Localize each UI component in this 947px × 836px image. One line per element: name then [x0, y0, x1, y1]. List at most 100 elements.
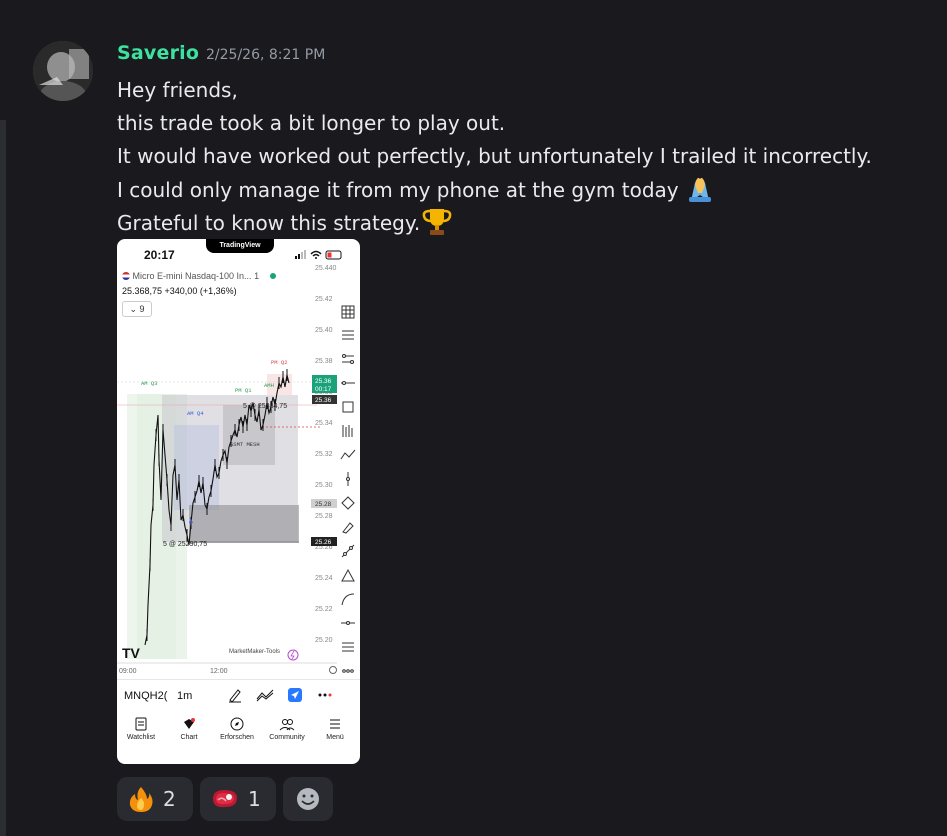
price-chart[interactable]: AM Q3 AM Q4 PM Q1 PM Q2 AMH 5 @ 25334,75…	[117, 265, 337, 677]
price-axis-label: 25.20	[315, 637, 333, 644]
message-line-with-emoji: I could only manage it from my phone at …	[117, 173, 872, 206]
price-axis-label: 25.34	[315, 420, 333, 427]
countdown-text: 00:17	[315, 386, 332, 393]
time-settings-icon	[329, 666, 337, 674]
horizontal-ray-icon[interactable]	[340, 375, 356, 391]
message-timestamp[interactable]: 2/25/26, 8:21 PM	[206, 47, 325, 63]
lightning-icon	[287, 649, 299, 661]
trophy-icon	[422, 209, 452, 235]
watermark-label: MarketMaker-Tools	[229, 649, 280, 655]
message-line: this trade took a bit longer to play out…	[117, 111, 506, 135]
nav-community[interactable]: Community	[263, 717, 311, 741]
nav-watchlist[interactable]: Watchlist	[117, 717, 165, 741]
brush-icon[interactable]	[340, 519, 356, 535]
dark-price-text: 25.26	[315, 539, 332, 546]
more-options-icon[interactable]	[317, 690, 333, 700]
lightning-bolt-icon	[290, 650, 295, 660]
pm-q1-label: PM Q1	[235, 387, 252, 394]
exit-fill-label: 5 @ 25334,75	[243, 403, 287, 410]
price-axis-label: 25.38	[315, 358, 333, 365]
bottom-symbol[interactable]: MNQH2(	[124, 690, 167, 702]
watchlist-icon	[135, 717, 147, 731]
bottom-navigation: Watchlist Chart Erforschen Community Men…	[117, 709, 360, 764]
message-line: It would have worked out perfectly, but …	[117, 144, 872, 168]
message-line: Hey friends,	[117, 78, 238, 102]
nav-label: Watchlist	[126, 734, 156, 741]
avatar-photo-icon	[33, 41, 93, 101]
add-reaction-icon	[297, 788, 319, 810]
smt-label: SSMT MESH	[230, 441, 260, 448]
triangle-icon[interactable]	[340, 567, 356, 583]
price-axis-label: 25.28	[315, 513, 333, 520]
current-price-text: 25.36	[315, 378, 332, 385]
folded-hands-icon	[688, 177, 711, 202]
nav-explore[interactable]: Erforschen	[213, 717, 261, 741]
reaction-steak[interactable]: 1	[200, 777, 276, 821]
hamburger-icon	[330, 719, 340, 729]
am-q3-label: AM Q3	[141, 380, 158, 387]
horizontal-lines-icon[interactable]	[340, 327, 356, 343]
add-reaction-button[interactable]	[283, 777, 333, 821]
stop-zone	[189, 505, 299, 543]
list-icon[interactable]	[340, 639, 356, 655]
compass-icon	[230, 717, 244, 731]
node-icon[interactable]	[340, 495, 356, 511]
author-name[interactable]: Saverio	[117, 42, 199, 64]
time-axis-label: 09:00	[119, 668, 137, 675]
message-body: Hey friends, this trade took a bit longe…	[117, 74, 872, 239]
avatar[interactable]	[33, 41, 93, 101]
measure-icon[interactable]	[340, 615, 356, 631]
pen-icon[interactable]	[227, 687, 243, 703]
reaction-count: 1	[248, 787, 261, 811]
chart-icon	[184, 718, 195, 729]
chart-screenshot-attachment[interactable]: 20:17 TradingView Micro E-mini Nasdaq-10…	[117, 239, 360, 764]
ray-lines-icon[interactable]	[340, 351, 356, 367]
long-position-icon[interactable]	[340, 423, 356, 439]
price-axis-label: 25.32	[315, 451, 333, 458]
community-icon	[279, 719, 295, 731]
grey-price-text: 25.28	[315, 501, 332, 508]
send-icon	[291, 691, 299, 699]
price-axis-label: 25.40	[315, 327, 333, 334]
grid-icon[interactable]	[340, 304, 356, 320]
price-axis-label: 25.30	[315, 482, 333, 489]
tv-logo-icon: TV	[122, 645, 141, 661]
nav-label: Chart	[180, 734, 198, 741]
nav-chart[interactable]: Chart	[165, 717, 213, 741]
tradingview-label: TradingView	[219, 242, 261, 249]
trading-button[interactable]	[288, 688, 302, 702]
trend-line-icon[interactable]	[340, 543, 356, 559]
rectangle-icon[interactable]	[340, 399, 356, 415]
price-axis-label: 25.22	[315, 606, 333, 613]
nav-menu[interactable]: Menü	[311, 717, 359, 741]
am-q4-label: AM Q4	[187, 410, 204, 417]
drawing-toolbar	[337, 289, 359, 679]
message-line-text: Grateful to know this strategy.	[117, 211, 421, 235]
entry-fill-label: 5 @ 25290,75	[163, 541, 207, 548]
bottom-timeframe[interactable]: 1m	[177, 690, 192, 702]
pattern-icon[interactable]	[340, 447, 356, 463]
nav-label: Menü	[326, 734, 344, 741]
nav-label: Community	[269, 734, 305, 741]
second-price-text: 25.36	[315, 397, 332, 404]
pm-q2-label: PM Q2	[271, 359, 288, 366]
time-axis-label: 12:00	[210, 668, 228, 675]
more-icon[interactable]	[340, 663, 356, 679]
signal-wifi-battery-icon	[295, 250, 342, 260]
tradingview-badge: TradingView	[206, 239, 274, 253]
price-axis-label: 25.440,00	[315, 265, 337, 272]
channel-scrollbar[interactable]	[0, 120, 6, 836]
vertical-line-icon[interactable]	[340, 471, 356, 487]
fire-icon	[129, 787, 153, 812]
price-axis: 25.440,00 25.42 25.40 25.38 25.36 25.34 25.32 2…	[315, 265, 337, 644]
price-axis-label: 25.24	[315, 575, 333, 582]
indicators-icon[interactable]	[256, 687, 274, 703]
curve-icon[interactable]	[340, 591, 356, 607]
price-axis-label: 25.42	[315, 296, 333, 303]
fvg-zone	[174, 425, 219, 510]
reaction-fire[interactable]: 2	[117, 777, 193, 821]
steak-icon	[213, 790, 237, 808]
message-line-text: I could only manage it from my phone at …	[117, 178, 679, 202]
amh-label: AMH	[264, 382, 274, 389]
reaction-count: 2	[163, 787, 176, 811]
